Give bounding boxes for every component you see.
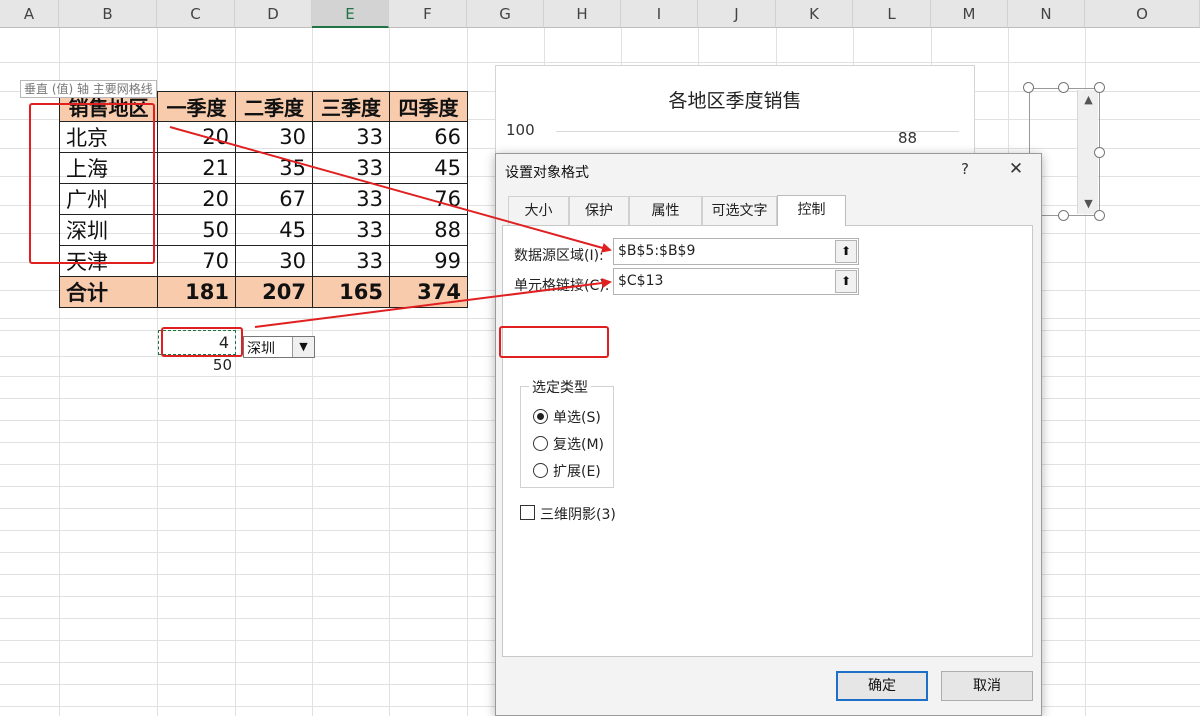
value-cell[interactable]: 33 bbox=[312, 152, 390, 184]
value-cell[interactable]: 99 bbox=[389, 245, 468, 277]
spreadsheet-window: A B C D E F G H I J K L M N O 销售地区 一季度 二… bbox=[0, 0, 1200, 716]
value-cell[interactable]: 50 bbox=[157, 214, 236, 246]
close-icon[interactable]: ✕ bbox=[1005, 158, 1027, 180]
header-q2[interactable]: 二季度 bbox=[235, 91, 313, 122]
total-cell[interactable]: 374 bbox=[389, 276, 468, 308]
single-select-radio[interactable] bbox=[533, 409, 548, 424]
value-cell[interactable]: 67 bbox=[235, 183, 313, 215]
column-header-b[interactable]: B bbox=[59, 0, 157, 28]
multi-select-radio[interactable] bbox=[533, 436, 548, 451]
value-cell[interactable]: 35 bbox=[235, 152, 313, 184]
resize-handle-icon[interactable] bbox=[1058, 210, 1069, 221]
data-range-label: 数据源区域(I): bbox=[514, 248, 604, 264]
value-cell[interactable]: 30 bbox=[235, 245, 313, 277]
header-q4[interactable]: 四季度 bbox=[389, 91, 468, 122]
value-cell[interactable]: 20 bbox=[157, 183, 236, 215]
column-header-o[interactable]: O bbox=[1085, 0, 1200, 28]
chart-data-label: 88 bbox=[898, 129, 918, 147]
column-header-k[interactable]: K bbox=[776, 0, 853, 28]
column-header-i[interactable]: I bbox=[621, 0, 698, 28]
value-cell[interactable]: 70 bbox=[157, 245, 236, 277]
column-header-h[interactable]: H bbox=[544, 0, 621, 28]
tab-protection[interactable]: 保护 bbox=[569, 196, 629, 225]
extend-select-label[interactable]: 扩展(E) bbox=[553, 461, 601, 481]
ok-button[interactable]: 确定 bbox=[836, 671, 928, 701]
value-cell[interactable]: 45 bbox=[389, 152, 468, 184]
tab-alt-text[interactable]: 可选文字 bbox=[702, 196, 777, 225]
combo-value: 深圳 bbox=[247, 341, 275, 357]
cell-c14[interactable]: 50 bbox=[196, 356, 232, 376]
total-cell[interactable]: 207 bbox=[235, 276, 313, 308]
single-select-highlight-box bbox=[499, 326, 609, 358]
resize-handle-icon[interactable] bbox=[1094, 210, 1105, 221]
chart-title: 各地区季度销售 bbox=[668, 90, 802, 112]
dialog-title: 设置对象格式 bbox=[505, 165, 589, 181]
region-combo-box[interactable]: 深圳 ▼ bbox=[243, 336, 315, 358]
column-header-f[interactable]: F bbox=[389, 0, 467, 28]
data-range-input[interactable]: $B$5:$B$9 ⬆ bbox=[613, 238, 859, 265]
control-pane: 数据源区域(I): $B$5:$B$9 ⬆ 单元格链接(C): $C$13 ⬆ … bbox=[502, 225, 1033, 657]
value-cell[interactable]: 30 bbox=[235, 121, 313, 153]
resize-handle-icon[interactable] bbox=[1094, 82, 1105, 93]
value-cell[interactable]: 66 bbox=[389, 121, 468, 153]
tab-properties[interactable]: 属性 bbox=[629, 196, 702, 225]
value-cell[interactable]: 45 bbox=[235, 214, 313, 246]
column-header-a[interactable]: A bbox=[0, 0, 59, 28]
column-header-e[interactable]: E bbox=[312, 0, 389, 28]
column-header-d[interactable]: D bbox=[235, 0, 312, 28]
total-cell[interactable]: 181 bbox=[157, 276, 236, 308]
selection-type-group: 选定类型 单选(S) 复选(M) 扩展(E) bbox=[520, 377, 614, 488]
format-object-dialog: 设置对象格式 ? ✕ 大小 保护 属性 可选文字 控制 数据源区域(I): $B… bbox=[495, 153, 1042, 716]
chart-y-tick: 100 bbox=[506, 121, 535, 139]
cell-link-input[interactable]: $C$13 ⬆ bbox=[613, 268, 859, 295]
gridline-tooltip: 垂直 (值) 轴 主要网格线 bbox=[20, 80, 157, 98]
collapse-dialog-icon[interactable]: ⬆ bbox=[835, 240, 857, 263]
collapse-dialog-icon[interactable]: ⬆ bbox=[835, 270, 857, 293]
column-header-m[interactable]: M bbox=[931, 0, 1008, 28]
value-cell[interactable]: 88 bbox=[389, 214, 468, 246]
header-q3[interactable]: 三季度 bbox=[312, 91, 390, 122]
cell-link-label: 单元格链接(C): bbox=[514, 278, 610, 294]
value-cell[interactable]: 21 bbox=[157, 152, 236, 184]
value-cell[interactable]: 33 bbox=[312, 214, 390, 246]
value-cell[interactable]: 33 bbox=[312, 121, 390, 153]
scroll-down-arrow-icon[interactable]: ▼ bbox=[1078, 196, 1099, 212]
combo-dropdown-arrow[interactable]: ▼ bbox=[292, 337, 314, 357]
3d-shading-checkbox[interactable] bbox=[520, 505, 535, 520]
total-cell[interactable]: 165 bbox=[312, 276, 390, 308]
single-select-label[interactable]: 单选(S) bbox=[553, 407, 601, 427]
extend-select-radio[interactable] bbox=[533, 463, 548, 478]
multi-select-label[interactable]: 复选(M) bbox=[553, 434, 604, 454]
data-range-value: $B$5:$B$9 bbox=[618, 243, 696, 259]
total-row: 合计 181 207 165 374 bbox=[59, 276, 468, 308]
selection-type-title: 选定类型 bbox=[529, 377, 591, 397]
resize-handle-icon[interactable] bbox=[1023, 82, 1034, 93]
column-header-j[interactable]: J bbox=[698, 0, 776, 28]
help-icon[interactable]: ? bbox=[957, 160, 973, 178]
header-q1[interactable]: 一季度 bbox=[157, 91, 236, 122]
cancel-button[interactable]: 取消 bbox=[941, 671, 1033, 701]
resize-handle-icon[interactable] bbox=[1094, 147, 1105, 158]
column-header-l[interactable]: L bbox=[853, 0, 931, 28]
sales-chart[interactable]: 各地区季度销售 100 88 bbox=[495, 65, 975, 165]
total-label[interactable]: 合计 bbox=[59, 276, 158, 308]
scroll-up-arrow-icon[interactable]: ▲ bbox=[1078, 92, 1099, 108]
3d-shading-label[interactable]: 三维阴影(3) bbox=[540, 504, 616, 524]
value-cell[interactable]: 20 bbox=[157, 121, 236, 153]
region-highlight-box bbox=[29, 103, 155, 264]
value-cell[interactable]: 33 bbox=[312, 183, 390, 215]
column-header-c[interactable]: C bbox=[157, 0, 235, 28]
resize-handle-icon[interactable] bbox=[1058, 82, 1069, 93]
column-header-n[interactable]: N bbox=[1008, 0, 1085, 28]
tab-size[interactable]: 大小 bbox=[508, 196, 569, 225]
linked-cell-highlight-box bbox=[161, 327, 243, 357]
value-cell[interactable]: 33 bbox=[312, 245, 390, 277]
column-header-g[interactable]: G bbox=[467, 0, 544, 28]
cell-link-value: $C$13 bbox=[618, 273, 664, 289]
tab-control[interactable]: 控制 bbox=[777, 195, 846, 226]
value-cell[interactable]: 76 bbox=[389, 183, 468, 215]
